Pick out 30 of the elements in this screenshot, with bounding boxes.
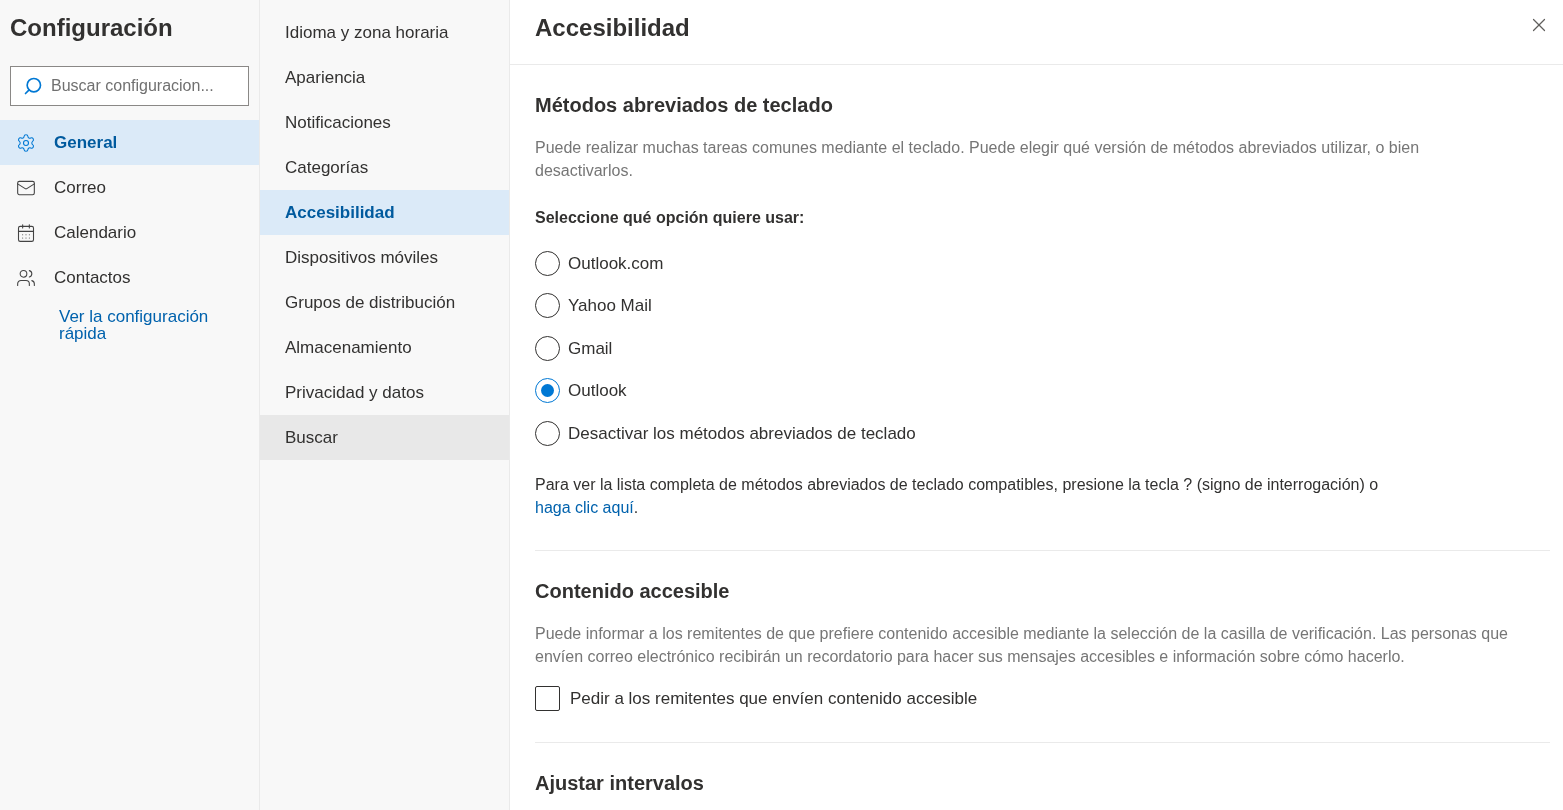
- options-prompt: Seleccione qué opción quiere usar:: [535, 208, 805, 228]
- gear-icon: [16, 132, 36, 153]
- search-field[interactable]: Buscar configuracion...: [10, 66, 249, 106]
- quick-settings-link[interactable]: Ver la configuración rápida: [59, 308, 255, 342]
- radio-label: Outlook: [568, 380, 627, 402]
- sidebar-item[interactable]: Contactos: [0, 255, 259, 300]
- section-description: Puede informar a los remitentes de que prefiere contenido accesible mediante la selección de la casilla de verificación. Las personas que envíen correo electrónico recibirán un recordatorio para hacer sus mensajes accesibles e información sobre cómo hacerlo.: [535, 623, 1509, 667]
- subnav-item[interactable]: Buscar: [260, 415, 509, 460]
- checkbox[interactable]: [535, 685, 560, 711]
- radio-label: Outlook.com: [568, 252, 664, 275]
- search-icon: [23, 76, 43, 96]
- calendar-icon: [16, 222, 36, 243]
- sidebar-title: Configuración: [9, 13, 174, 43]
- sidebar-item[interactable]: Correo: [0, 165, 259, 210]
- section-heading: Métodos abreviados de teclado: [535, 93, 833, 118]
- radio-label: Gmail: [568, 337, 613, 360]
- section-description: Puede realizar muchas tareas comunes mediante el teclado. Puede elegir qué versión de métodos abreviados utilizar, o bien desactivarlos.: [535, 138, 1421, 181]
- help-text: Para ver la lista completa de métodos abreviados de teclado compatibles, presione la tecla ? (signo de interrogación) o haga clic aquí.: [535, 474, 1380, 518]
- section-heading: Ajustar intervalos: [535, 771, 704, 796]
- people-icon: [16, 267, 36, 288]
- checkbox-label: Pedir a los remitentes que envíen contenido accesible: [570, 687, 978, 710]
- panel-title: Accesibilidad: [535, 13, 690, 43]
- section-heading: Contenido accesible: [535, 578, 730, 604]
- sidebar-item[interactable]: General: [0, 120, 259, 165]
- subnav-item[interactable]: Accesibilidad: [260, 190, 509, 235]
- radio-label: Desactivar los métodos abreviados de teclado: [568, 422, 916, 445]
- click-here-link[interactable]: haga clic aquí: [535, 498, 634, 516]
- sidebar-item[interactable]: Calendario: [0, 210, 259, 255]
- radio-label: Yahoo Mail: [568, 295, 652, 317]
- search-input[interactable]: Buscar configuracion...: [51, 74, 236, 98]
